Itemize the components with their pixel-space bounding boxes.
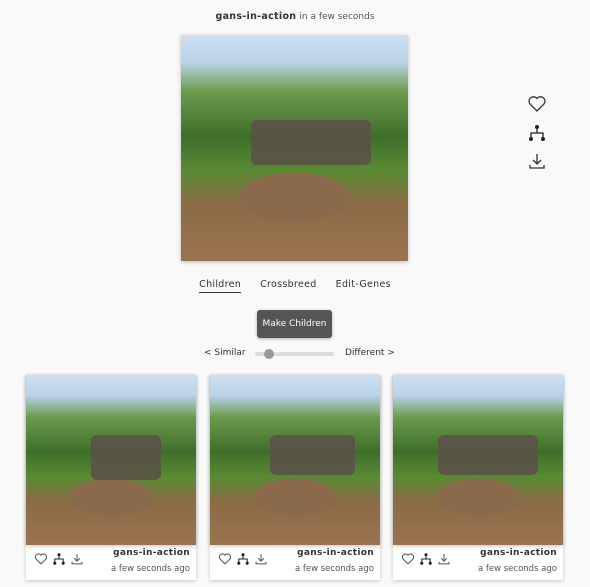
child-username[interactable]: gans-in-action (480, 548, 557, 558)
child-username[interactable]: gans-in-action (113, 548, 190, 558)
header: gans-in-action in a few seconds (0, 11, 590, 22)
child-time: a few seconds ago (477, 564, 557, 574)
tab-children[interactable]: Children (199, 279, 242, 293)
header-time: in a few seconds (299, 12, 375, 22)
main-image (181, 35, 408, 261)
heart-icon[interactable] (218, 552, 232, 566)
child-image[interactable] (210, 375, 380, 545)
child-time: a few seconds ago (294, 564, 374, 574)
family-tree-icon[interactable] (236, 552, 250, 566)
child-username[interactable]: gans-in-action (297, 548, 374, 558)
child-image[interactable] (393, 375, 563, 545)
download-icon[interactable] (70, 552, 84, 566)
family-tree-icon[interactable] (419, 552, 433, 566)
child-card[interactable]: gans-in-action a few seconds ago (26, 375, 196, 580)
heart-icon[interactable] (401, 552, 415, 566)
child-time: a few seconds ago (110, 564, 190, 574)
child-card[interactable]: gans-in-action a few seconds ago (393, 375, 563, 580)
download-icon[interactable] (437, 552, 451, 566)
tab-edit-genes[interactable]: Edit-Genes (336, 279, 391, 290)
slider-left-label: < Similar (204, 348, 246, 358)
header-username[interactable]: gans-in-action (215, 11, 296, 22)
family-tree-icon[interactable] (527, 123, 547, 143)
download-icon[interactable] (527, 151, 547, 171)
child-image[interactable] (26, 375, 196, 545)
family-tree-icon[interactable] (52, 552, 66, 566)
child-card[interactable]: gans-in-action a few seconds ago (210, 375, 380, 580)
heart-icon[interactable] (34, 552, 48, 566)
slider-right-label: Different > (345, 348, 395, 358)
slider-thumb[interactable] (264, 349, 275, 359)
download-icon[interactable] (254, 552, 268, 566)
heart-icon[interactable] (527, 94, 547, 114)
make-children-button[interactable]: Make Children (257, 310, 332, 338)
tab-bar: Children Crossbreed Edit-Genes (0, 279, 590, 293)
tab-crossbreed[interactable]: Crossbreed (260, 279, 317, 290)
